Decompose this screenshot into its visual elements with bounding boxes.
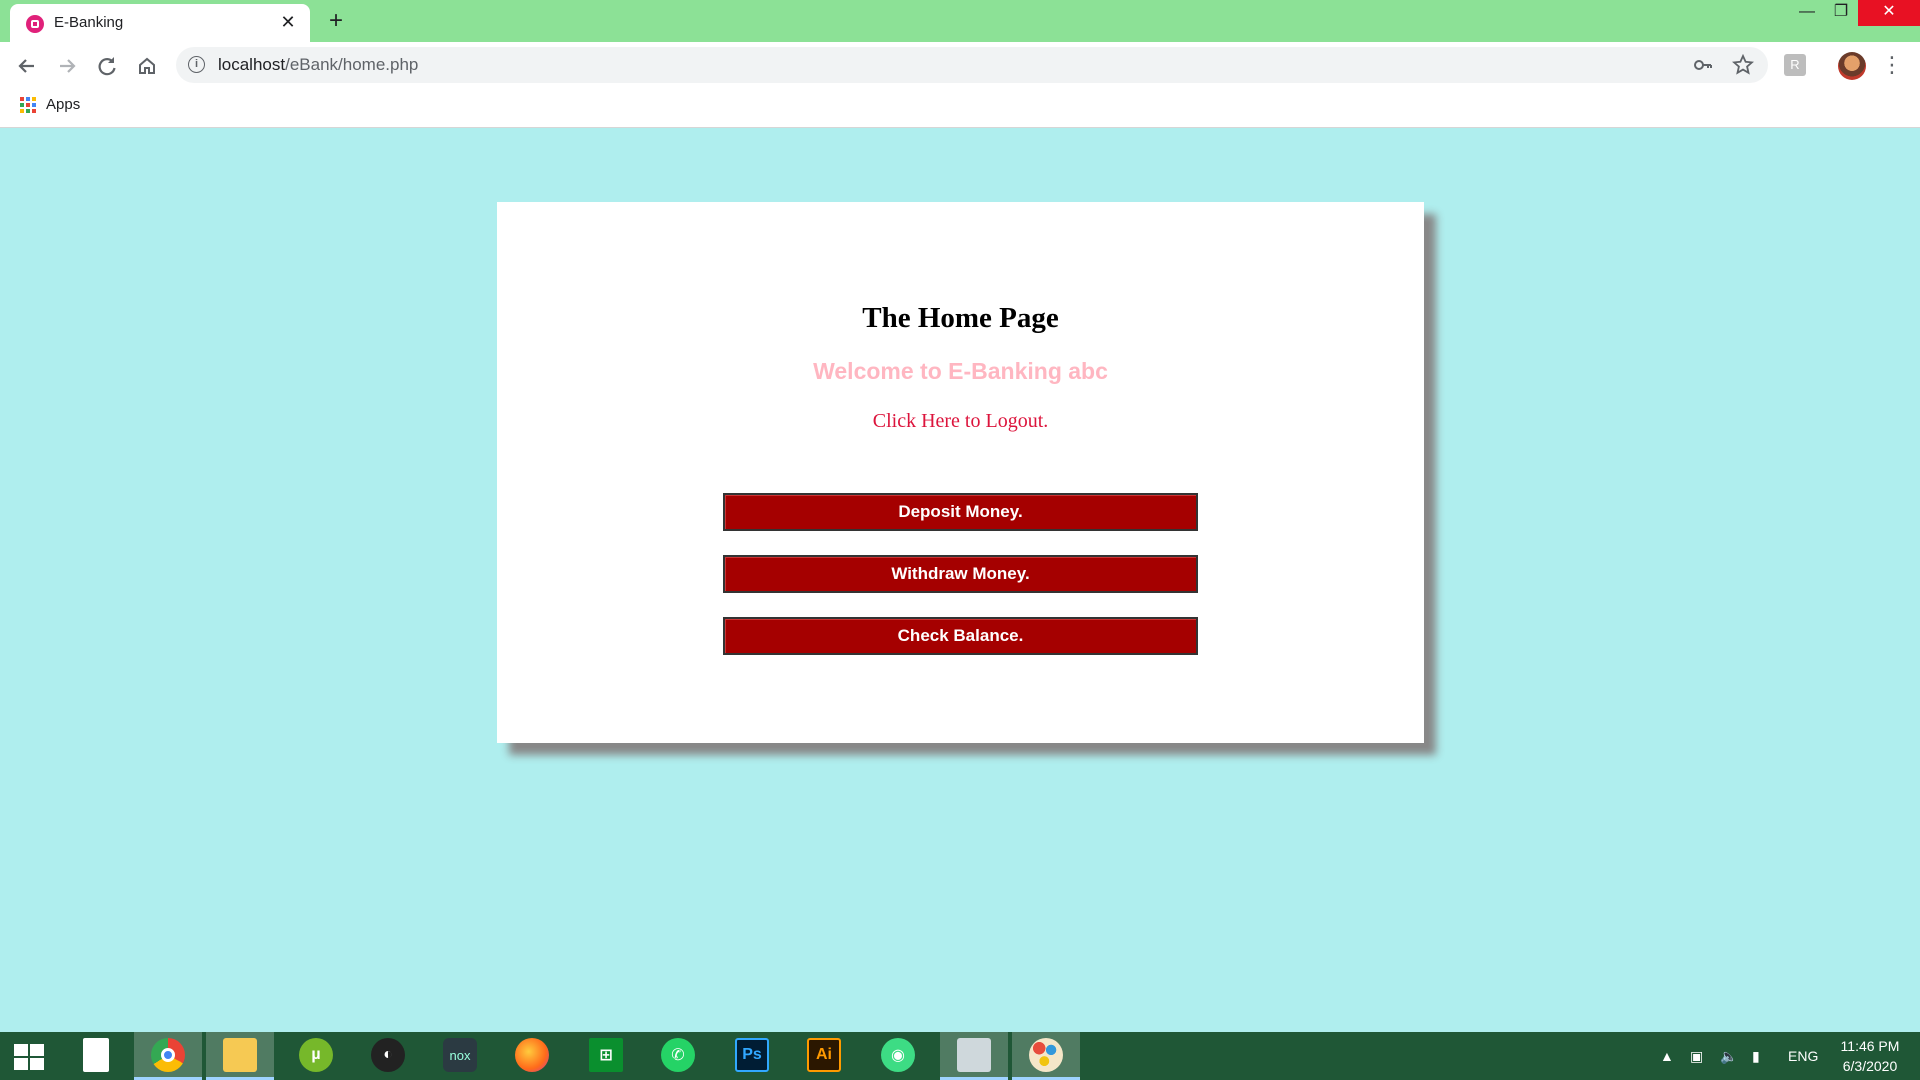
- address-bar[interactable]: i localhost/eBank/home.php: [176, 47, 1768, 83]
- folder-icon: [223, 1038, 257, 1072]
- taskbar-file-explorer[interactable]: [206, 1032, 274, 1080]
- network-icon[interactable]: ▣: [1690, 1032, 1703, 1080]
- browser-toolbar: i localhost/eBank/home.php R ⋮: [0, 42, 1920, 88]
- taskbar-utorrent[interactable]: µ: [282, 1032, 350, 1080]
- volume-icon[interactable]: 🔈: [1720, 1032, 1737, 1080]
- url-host: localhost: [218, 55, 286, 74]
- taskbar-photoshop[interactable]: Ps: [718, 1032, 786, 1080]
- page-viewport: The Home Page Welcome to E-Banking abc C…: [0, 128, 1920, 1032]
- home-icon[interactable]: [132, 51, 162, 81]
- chrome-icon: [151, 1038, 185, 1072]
- store-icon: ⊞: [589, 1038, 623, 1072]
- nox-icon: nox: [443, 1038, 477, 1072]
- signal-icon[interactable]: ▮: [1752, 1032, 1760, 1080]
- site-info-icon[interactable]: i: [188, 56, 205, 73]
- browser-tab-strip: E-Banking ✕ + — ❐ ✕: [0, 0, 1920, 42]
- windows-logo-icon: [14, 1044, 44, 1070]
- tray-overflow-icon[interactable]: ▲: [1660, 1032, 1674, 1080]
- whatsapp-icon: ✆: [661, 1038, 695, 1072]
- firefox-icon: [515, 1038, 549, 1072]
- window-close-button[interactable]: ✕: [1858, 0, 1920, 26]
- url-text: localhost/eBank/home.php: [218, 55, 418, 75]
- page-title: The Home Page: [862, 302, 1059, 334]
- taskbar-audio-app[interactable]: ◐: [354, 1032, 422, 1080]
- deposit-money-button[interactable]: Deposit Money.: [723, 493, 1198, 531]
- clock-date: 6/3/2020: [1842, 1058, 1898, 1074]
- bookmarks-bar: Apps: [0, 88, 1920, 128]
- apps-grid-icon[interactable]: [20, 97, 36, 113]
- extension-icon[interactable]: R: [1784, 54, 1806, 76]
- android-studio-icon: ◉: [881, 1038, 915, 1072]
- file-icon: [83, 1038, 109, 1072]
- clock[interactable]: 11:46 PM 6/3/2020: [1820, 1036, 1920, 1076]
- taskbar-file[interactable]: [62, 1032, 130, 1080]
- withdraw-money-button[interactable]: Withdraw Money.: [723, 555, 1198, 593]
- taskbar-paint[interactable]: [1012, 1032, 1080, 1080]
- taskbar-android-studio[interactable]: ◉: [864, 1032, 932, 1080]
- forward-arrow-icon[interactable]: [52, 51, 82, 81]
- logout-link[interactable]: Click Here to Logout.: [497, 410, 1424, 433]
- taskbar-nox[interactable]: nox: [426, 1032, 494, 1080]
- taskbar-chrome[interactable]: [134, 1032, 202, 1080]
- tab-close-icon[interactable]: ✕: [276, 10, 300, 34]
- profile-avatar[interactable]: [1838, 52, 1866, 80]
- home-card: The Home Page Welcome to E-Banking abc C…: [497, 202, 1424, 743]
- bookmark-apps[interactable]: Apps: [46, 96, 80, 113]
- bookmark-star-icon[interactable]: [1731, 53, 1755, 76]
- taskbar-whatsapp[interactable]: ✆: [644, 1032, 712, 1080]
- taskbar-firefox[interactable]: [498, 1032, 566, 1080]
- taskbar-store[interactable]: ⊞: [572, 1032, 640, 1080]
- language-indicator[interactable]: ENG: [1788, 1032, 1818, 1080]
- printer-icon: [957, 1038, 991, 1072]
- palette-icon: [1029, 1038, 1063, 1072]
- back-arrow-icon[interactable]: [12, 51, 42, 81]
- photoshop-icon: Ps: [735, 1038, 769, 1072]
- illustrator-icon: Ai: [807, 1038, 841, 1072]
- tab-favicon-icon: [26, 15, 44, 33]
- browser-tab[interactable]: E-Banking ✕: [10, 4, 310, 42]
- start-button[interactable]: [0, 1032, 68, 1080]
- reload-icon[interactable]: [92, 51, 122, 81]
- browser-menu-icon[interactable]: ⋮: [1880, 51, 1904, 81]
- new-tab-button[interactable]: +: [322, 8, 350, 36]
- utorrent-icon: µ: [299, 1038, 333, 1072]
- tab-title: E-Banking: [54, 14, 124, 31]
- taskbar-print-app[interactable]: [940, 1032, 1008, 1080]
- speaker-icon: ◐: [371, 1038, 405, 1072]
- check-balance-button[interactable]: Check Balance.: [723, 617, 1198, 655]
- windows-taskbar: µ ◐ nox ⊞ ✆ Ps Ai ◉ ▲ ▣ 🔈 ▮ ENG 11:46 PM…: [0, 1032, 1920, 1080]
- welcome-message: Welcome to E-Banking abc: [813, 358, 1108, 384]
- key-icon[interactable]: [1692, 54, 1714, 76]
- clock-time: 11:46 PM: [1840, 1038, 1900, 1054]
- url-path: /eBank/home.php: [285, 55, 419, 74]
- taskbar-illustrator[interactable]: Ai: [790, 1032, 858, 1080]
